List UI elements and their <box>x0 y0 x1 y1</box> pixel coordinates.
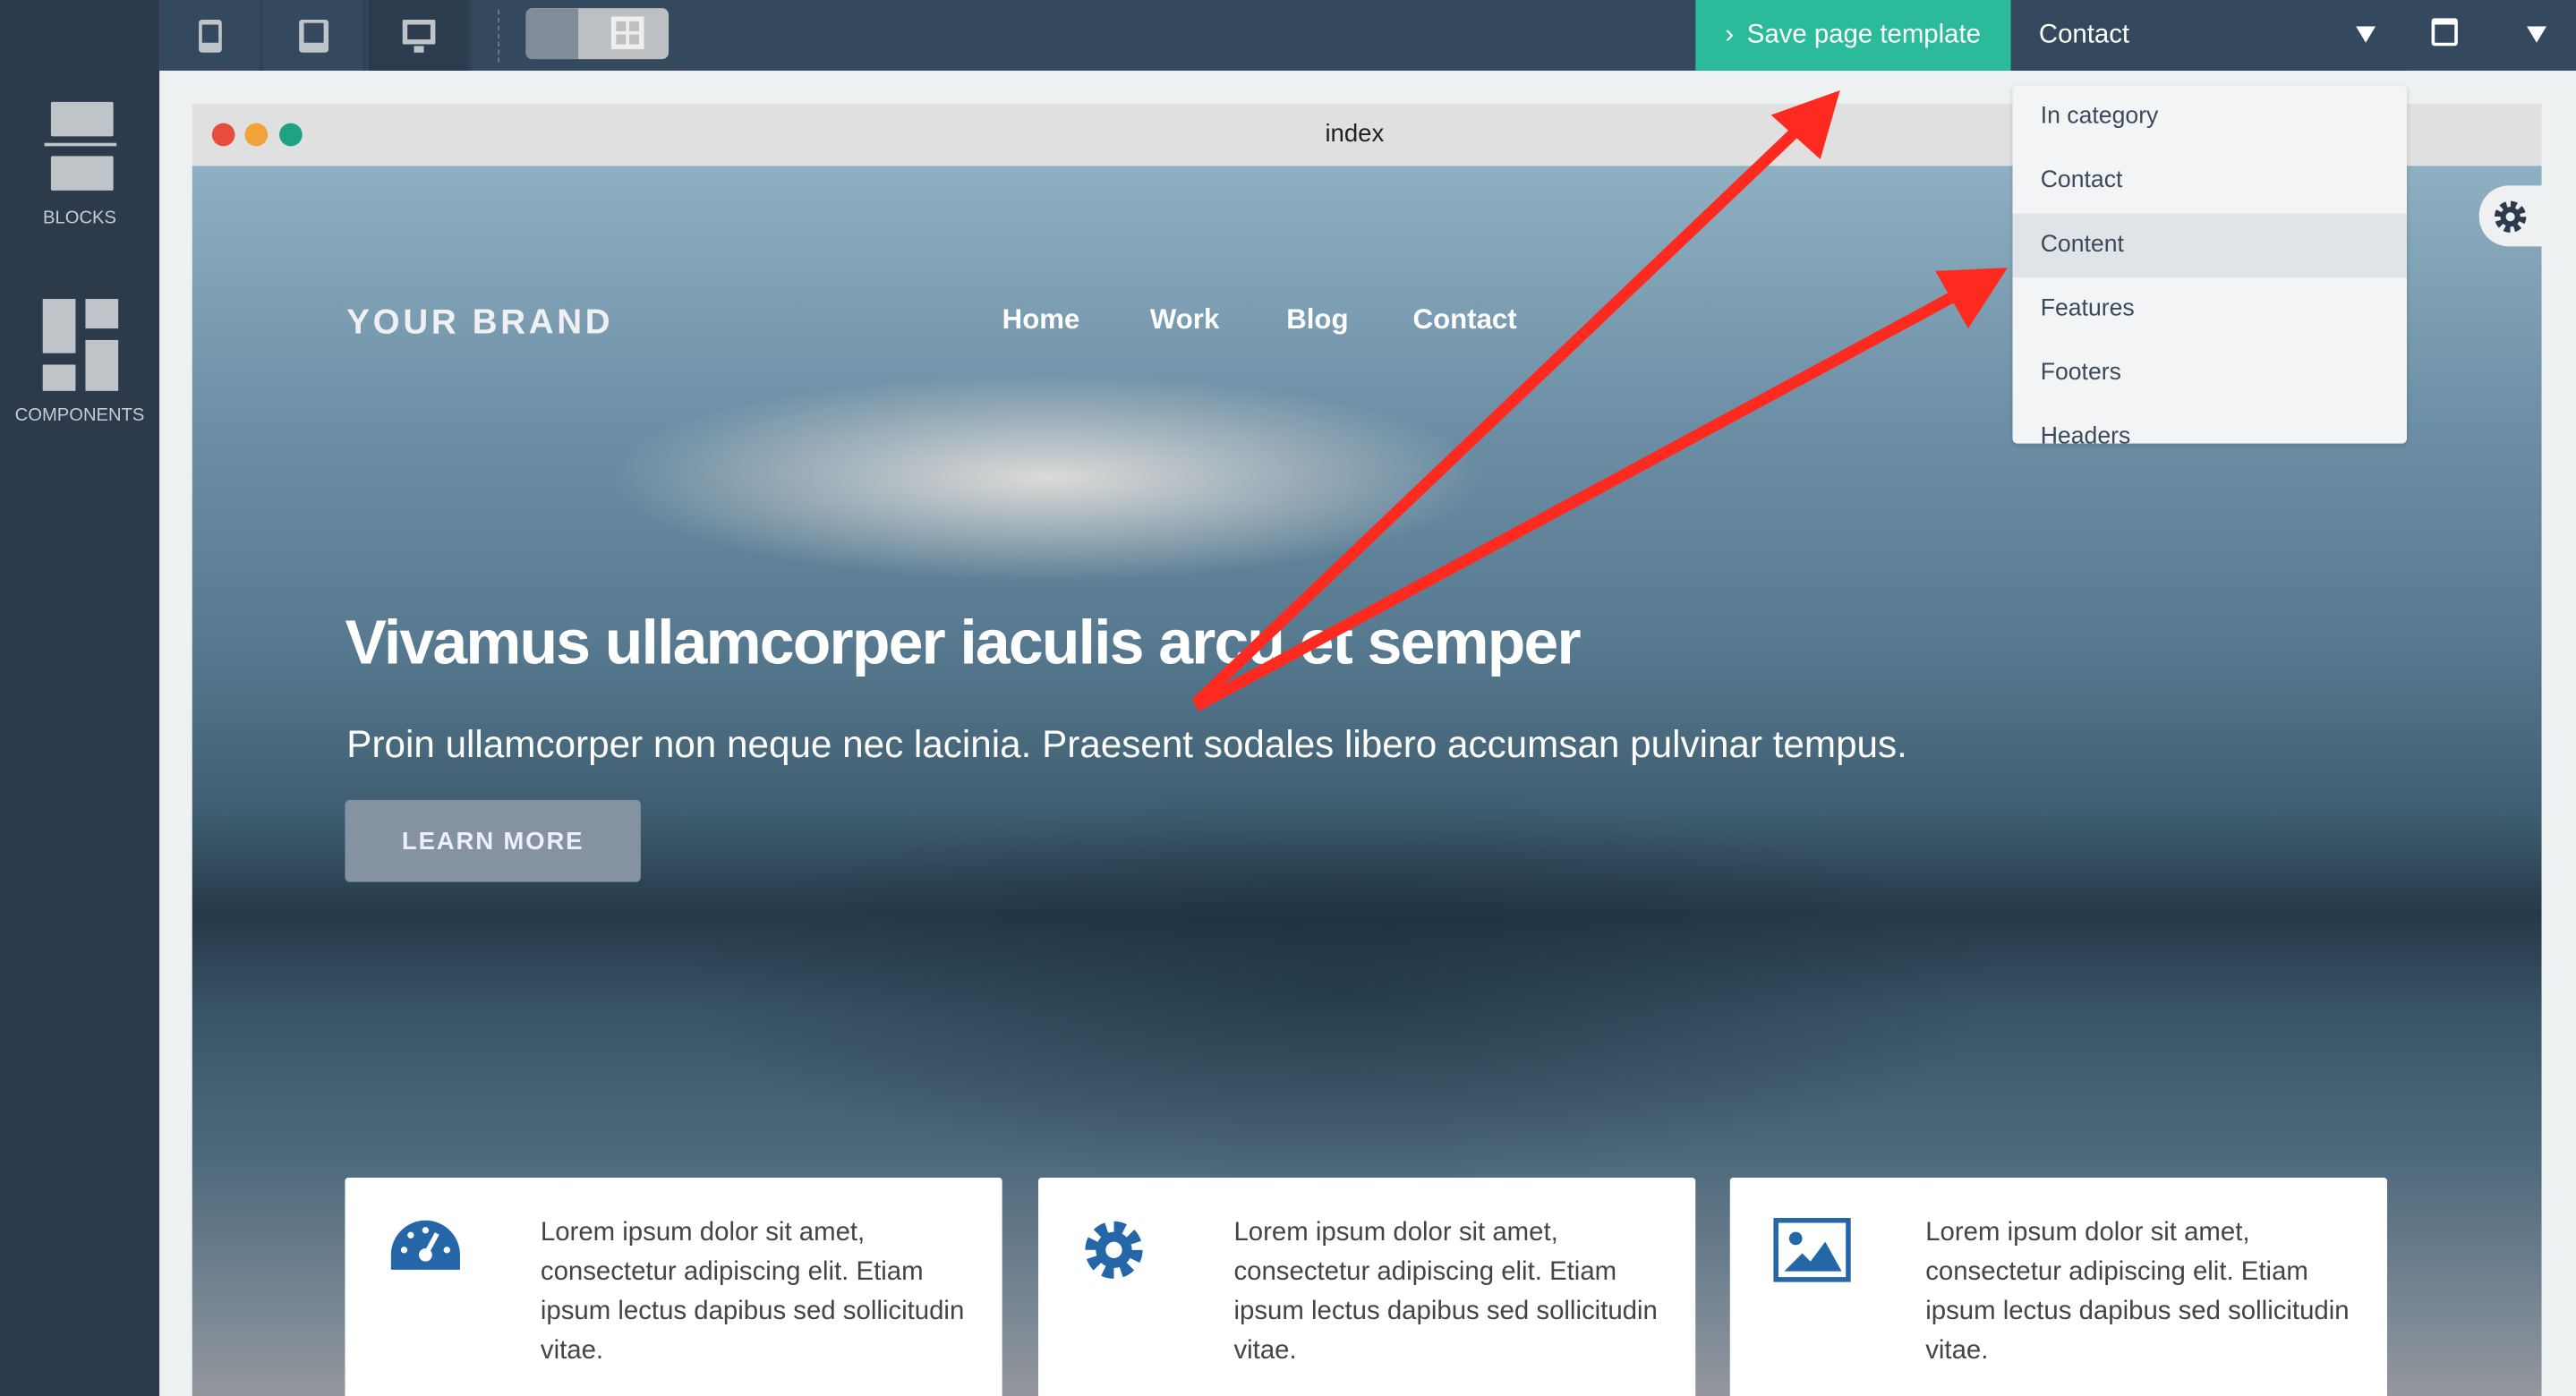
annotation-arrows <box>1191 89 2008 711</box>
annotation-arrow <box>1193 268 2008 711</box>
annotation-arrow <box>1191 89 1840 708</box>
